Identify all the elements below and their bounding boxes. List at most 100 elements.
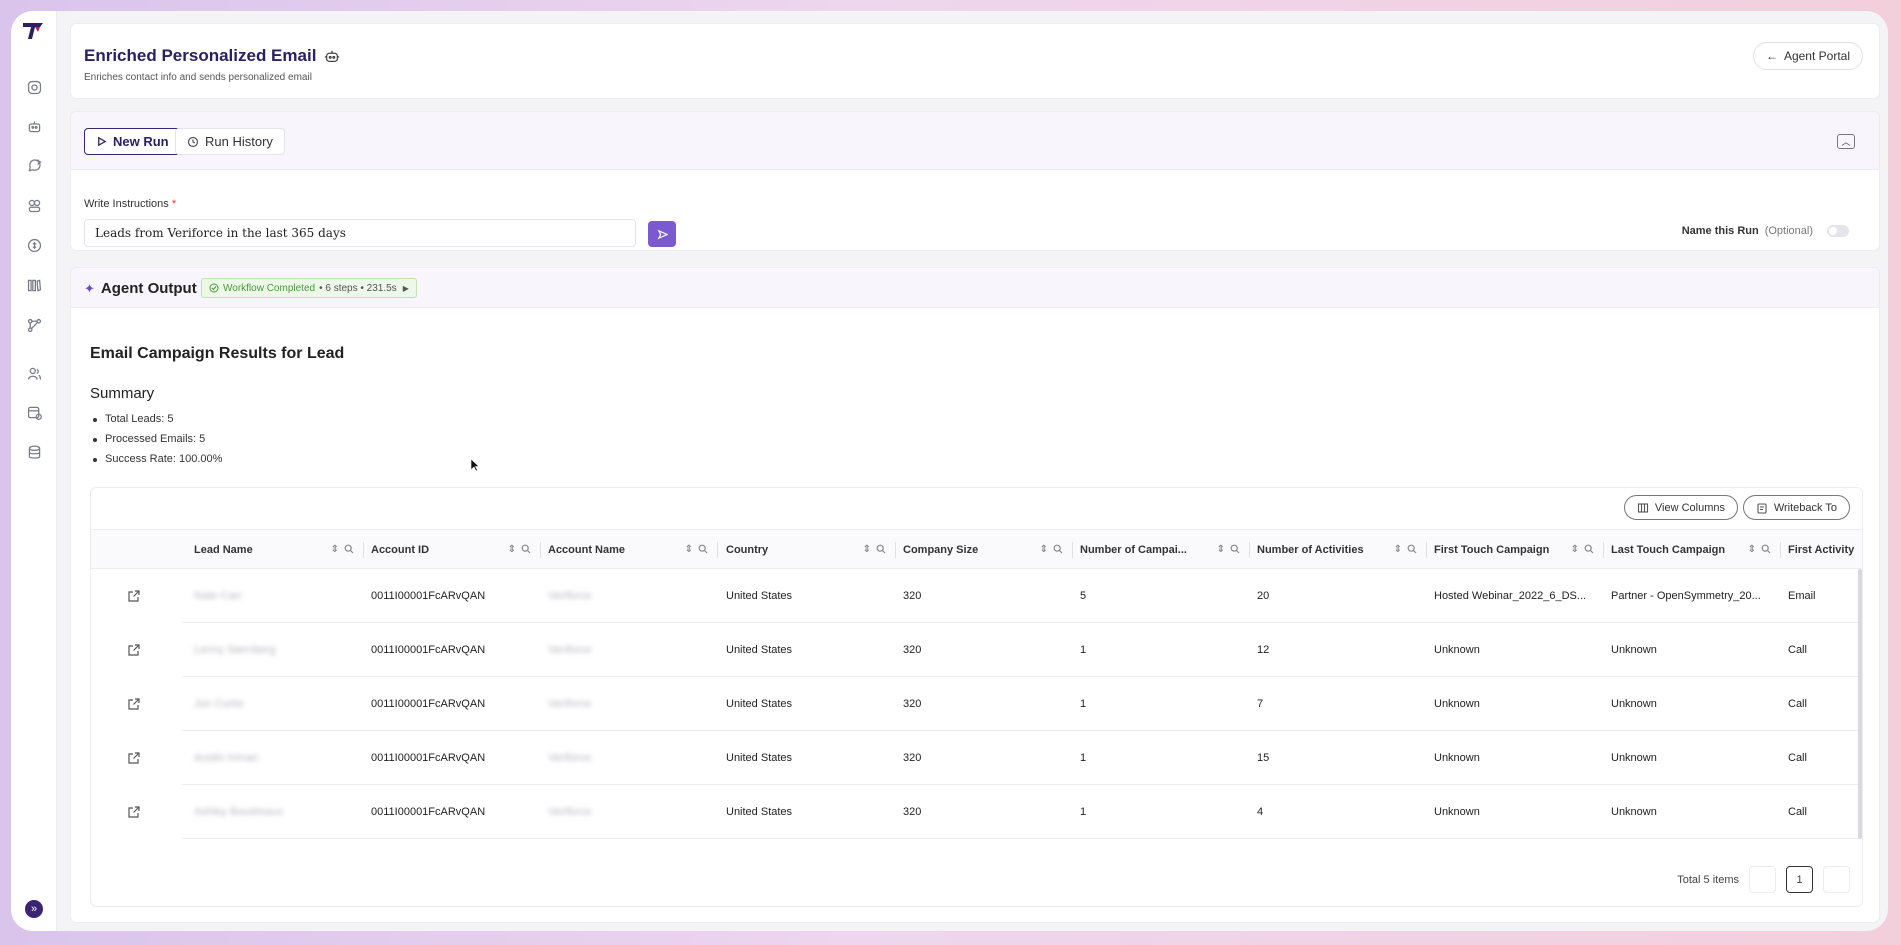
- writeback-button[interactable]: Writeback To: [1742, 495, 1850, 520]
- open-external-icon[interactable]: [127, 697, 141, 711]
- table-row[interactable]: Lenny Sternberg 0011I00001FcARvQAN Verifor…: [91, 623, 1862, 677]
- open-external-icon[interactable]: [127, 805, 141, 819]
- next-page-button[interactable]: [1823, 866, 1850, 893]
- search-icon[interactable]: [1407, 544, 1417, 554]
- summary-item: Success Rate: 100.00%: [92, 453, 222, 473]
- table-cell: 1: [1080, 644, 1087, 656]
- table-cell: 0011I00001FcARvQAN: [371, 590, 486, 602]
- table-cell: Unknown: [1611, 698, 1657, 710]
- sort-icon[interactable]: ⇕: [508, 544, 516, 555]
- column-divider[interactable]: [540, 542, 541, 558]
- sort-icon[interactable]: ⇕: [1571, 544, 1579, 555]
- column-header-label: First Touch Campaign: [1434, 544, 1550, 556]
- column-header[interactable]: First Touch Campaign ⇕: [1434, 530, 1604, 570]
- sort-icon[interactable]: ⇕: [1394, 544, 1402, 555]
- new-run-button[interactable]: New Run: [84, 128, 181, 155]
- column-divider[interactable]: [717, 542, 718, 558]
- sort-icon[interactable]: ⇕: [685, 544, 693, 555]
- search-icon[interactable]: [1053, 544, 1063, 554]
- sort-icon[interactable]: ⇕: [1748, 544, 1756, 555]
- run-history-label: Run History: [205, 134, 273, 149]
- run-history-button[interactable]: Run History: [175, 128, 285, 155]
- search-icon[interactable]: [1584, 544, 1594, 554]
- calendar-gear-icon[interactable]: [24, 402, 44, 422]
- coin-icon[interactable]: [24, 235, 44, 255]
- table-cell: United States: [726, 806, 793, 818]
- search-icon[interactable]: [1230, 544, 1240, 554]
- column-divider[interactable]: [363, 542, 364, 558]
- logo-icon[interactable]: [21, 19, 45, 43]
- instructions-input[interactable]: [84, 219, 636, 247]
- summary-item: Processed Emails: 5: [92, 433, 222, 453]
- column-divider[interactable]: [1780, 542, 1781, 558]
- run-panel: New Run Run History ︿ Write Instructions…: [70, 111, 1880, 251]
- agent-output-panel: ✦ Agent Output Workflow Completed • 6 st…: [70, 267, 1880, 923]
- workflow-status-badge[interactable]: Workflow Completed • 6 steps • 231.5s ▶: [201, 278, 417, 298]
- column-header[interactable]: Account Name ⇕: [548, 530, 718, 570]
- table-cell: Veriforce: [548, 698, 592, 710]
- vertical-scrollbar[interactable]: [1858, 569, 1862, 839]
- view-columns-button[interactable]: View Columns: [1623, 495, 1738, 520]
- open-external-icon[interactable]: [127, 751, 141, 765]
- column-header[interactable]: Number of Activities ⇕: [1257, 530, 1427, 570]
- expand-icon[interactable]: »: [25, 900, 43, 918]
- robot-icon[interactable]: [24, 116, 44, 136]
- name-run-field: Name this Run (Optional): [1682, 225, 1849, 237]
- send-button[interactable]: [648, 221, 676, 247]
- sort-icon[interactable]: ⇕: [1217, 544, 1225, 555]
- table-cell: Unknown: [1611, 644, 1657, 656]
- agent-portal-button[interactable]: ← Agent Portal: [1752, 42, 1863, 70]
- view-columns-label: View Columns: [1654, 501, 1725, 514]
- column-header[interactable]: Country ⇕: [726, 530, 896, 570]
- chat-sparkle-icon[interactable]: [24, 155, 44, 175]
- pagination: Total 5 items 1: [1677, 866, 1850, 893]
- column-header-label: Last Touch Campaign: [1611, 544, 1726, 556]
- prev-page-button[interactable]: [1749, 866, 1776, 893]
- column-header[interactable]: Company Size ⇕: [903, 530, 1073, 570]
- open-external-icon[interactable]: [127, 643, 141, 657]
- search-icon[interactable]: [876, 544, 886, 554]
- column-divider[interactable]: [1426, 542, 1427, 558]
- collapse-icon[interactable]: ︿: [1837, 134, 1855, 149]
- database-icon[interactable]: [24, 442, 44, 462]
- column-header[interactable]: Last Touch Campaign ⇕: [1611, 530, 1781, 570]
- sort-icon[interactable]: ⇕: [1040, 544, 1048, 555]
- check-circle-icon: [209, 283, 219, 293]
- column-divider[interactable]: [895, 542, 896, 558]
- page-title: Enriched Personalized Email: [84, 46, 341, 66]
- library-icon[interactable]: [24, 275, 44, 295]
- instagram-icon[interactable]: [24, 77, 44, 97]
- play-icon: ▶: [402, 283, 409, 293]
- column-header[interactable]: First Activity: [1788, 530, 1862, 570]
- table-cell: Call: [1788, 752, 1807, 764]
- instructions-label: Write Instructions *: [84, 198, 176, 210]
- table-row[interactable]: Ashley Boudreaux 0011I00001FcARvQAN Verifo…: [91, 785, 1862, 839]
- summary-list: Total Leads: 5 Processed Emails: 5 Succe…: [92, 413, 222, 473]
- open-external-icon[interactable]: [127, 589, 141, 603]
- writeback-icon: [1757, 502, 1767, 514]
- table-row[interactable]: Nate Carr 0011I00001FcARvQAN Veriforce Unit…: [91, 569, 1862, 623]
- users-icon[interactable]: [24, 363, 44, 383]
- column-divider[interactable]: [1072, 542, 1073, 558]
- column-header[interactable]: Account ID ⇕: [371, 530, 541, 570]
- workflow-icon[interactable]: [24, 315, 44, 335]
- search-icon[interactable]: [698, 544, 708, 554]
- workflow-status-text: Workflow Completed: [223, 282, 316, 294]
- table-row[interactable]: Austin Inman 0011I00001FcARvQAN Veriforce U…: [91, 731, 1862, 785]
- search-icon[interactable]: [521, 544, 531, 554]
- sort-icon[interactable]: ⇕: [331, 544, 339, 555]
- team-icon[interactable]: [24, 195, 44, 215]
- sort-icon[interactable]: ⇕: [863, 544, 871, 555]
- column-header[interactable]: Number of Campai... ⇕: [1080, 530, 1250, 570]
- name-run-toggle[interactable]: [1827, 225, 1849, 237]
- search-icon[interactable]: [344, 544, 354, 554]
- search-icon[interactable]: [1761, 544, 1771, 554]
- column-header[interactable]: Lead Name ⇕: [194, 530, 364, 570]
- column-divider[interactable]: [1249, 542, 1250, 558]
- results-title: Email Campaign Results for Lead: [90, 345, 345, 362]
- table-cell: 0011I00001FcARvQAN: [371, 752, 486, 764]
- table-row[interactable]: Jon Curtis 0011I00001FcARvQAN Veriforce Uni…: [91, 677, 1862, 731]
- column-divider[interactable]: [1603, 542, 1604, 558]
- column-tools: ⇕: [331, 544, 354, 555]
- current-page[interactable]: 1: [1786, 866, 1813, 893]
